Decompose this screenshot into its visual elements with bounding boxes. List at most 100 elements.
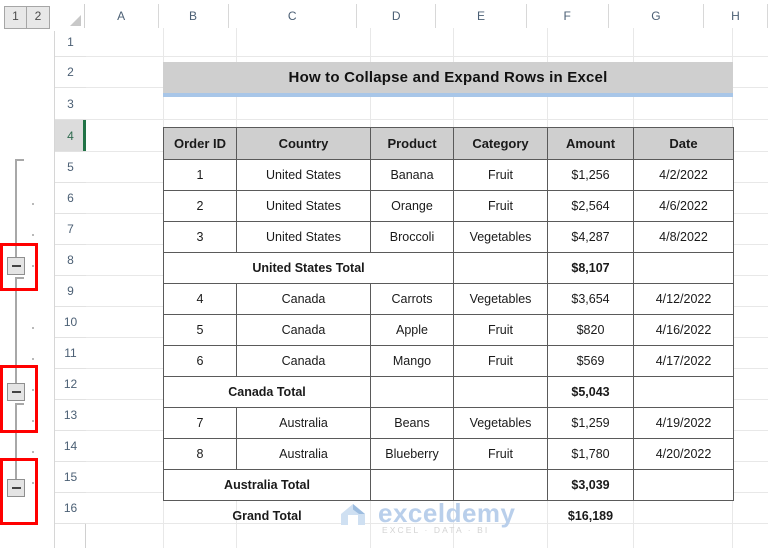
outline-level-1-button[interactable]: 1: [5, 7, 27, 28]
row-header-16[interactable]: 16: [55, 493, 86, 524]
cell-product[interactable]: Carrots: [370, 283, 454, 315]
cell-product[interactable]: Banana: [370, 159, 454, 191]
row-header-14[interactable]: 14: [55, 431, 86, 462]
row-header-8[interactable]: 8: [55, 245, 86, 276]
cell-country[interactable]: United States: [236, 221, 371, 253]
cell-product[interactable]: Apple: [370, 314, 454, 346]
cell-category[interactable]: Fruit: [453, 314, 548, 346]
cell-product[interactable]: Broccoli: [370, 221, 454, 253]
row-header-12[interactable]: 12: [55, 369, 86, 400]
grand-total-row[interactable]: Grand Total $16,189: [163, 500, 734, 532]
column-header-d[interactable]: D: [356, 4, 437, 28]
row-header-11[interactable]: 11: [55, 338, 86, 369]
row-header-10[interactable]: 10: [55, 307, 86, 338]
cell-category[interactable]: Fruit: [453, 438, 548, 470]
cell-order-id[interactable]: 3: [163, 221, 237, 253]
cell-amount[interactable]: $4,287: [547, 221, 634, 253]
cell-amount[interactable]: $1,780: [547, 438, 634, 470]
column-header-a[interactable]: A: [84, 4, 159, 28]
cell-order-id[interactable]: 2: [163, 190, 237, 222]
cell-country[interactable]: Canada: [236, 345, 371, 377]
row-header-2[interactable]: 2: [55, 57, 86, 88]
cell-category-blank[interactable]: [453, 252, 548, 284]
cell-category[interactable]: Vegetables: [453, 407, 548, 439]
subtotal-row-australia[interactable]: Australia Total $3,039: [163, 469, 734, 501]
select-all-button[interactable]: [55, 4, 85, 28]
cell-category-blank[interactable]: [453, 469, 548, 501]
table-row[interactable]: 5 Canada Apple Fruit $820 4/16/2022: [163, 314, 734, 346]
table-row[interactable]: 3 United States Broccoli Vegetables $4,2…: [163, 221, 734, 253]
column-header-c[interactable]: C: [228, 4, 357, 28]
outline-group-top-elbow-1: [15, 159, 24, 161]
column-header-e[interactable]: E: [436, 4, 527, 28]
cell-amount[interactable]: $1,259: [547, 407, 634, 439]
table-row[interactable]: 4 Canada Carrots Vegetables $3,654 4/12/…: [163, 283, 734, 315]
grand-total-amount: $16,189: [547, 500, 634, 532]
cell-date[interactable]: 4/12/2022: [633, 283, 734, 315]
cell-date[interactable]: 4/20/2022: [633, 438, 734, 470]
cell-order-id[interactable]: 6: [163, 345, 237, 377]
table-row[interactable]: 8 Australia Blueberry Fruit $1,780 4/20/…: [163, 438, 734, 470]
cell-date[interactable]: 4/6/2022: [633, 190, 734, 222]
row-header-1[interactable]: 1: [55, 28, 86, 57]
table-row[interactable]: 1 United States Banana Fruit $1,256 4/2/…: [163, 159, 734, 191]
row-header-9[interactable]: 9: [55, 276, 86, 307]
cell-amount[interactable]: $2,564: [547, 190, 634, 222]
row-header-4[interactable]: 4: [55, 120, 86, 152]
cell-date[interactable]: 4/19/2022: [633, 407, 734, 439]
row-header-3[interactable]: 3: [55, 88, 86, 120]
row-header-7[interactable]: 7: [55, 214, 86, 245]
cell-category[interactable]: Vegetables: [453, 221, 548, 253]
cell-amount[interactable]: $820: [547, 314, 634, 346]
grand-total-spacer: [370, 500, 454, 532]
cell-product-blank[interactable]: [370, 376, 454, 408]
cell-country[interactable]: Australia: [236, 407, 371, 439]
row-header-5[interactable]: 5: [55, 152, 86, 183]
cell-category[interactable]: Fruit: [453, 345, 548, 377]
row-header-13[interactable]: 13: [55, 400, 86, 431]
table-row[interactable]: 7 Australia Beans Vegetables $1,259 4/19…: [163, 407, 734, 439]
cell-category[interactable]: Vegetables: [453, 283, 548, 315]
cell-order-id[interactable]: 8: [163, 438, 237, 470]
cell-date[interactable]: 4/17/2022: [633, 345, 734, 377]
column-header-g[interactable]: G: [608, 4, 704, 28]
cell-order-id[interactable]: 1: [163, 159, 237, 191]
column-header-h[interactable]: H: [703, 4, 768, 28]
cell-date-blank[interactable]: [633, 469, 734, 501]
cell-category[interactable]: Fruit: [453, 190, 548, 222]
row-header-15[interactable]: 15: [55, 462, 86, 493]
cell-amount[interactable]: $569: [547, 345, 634, 377]
outline-level-2-button[interactable]: 2: [27, 7, 49, 28]
cell-date[interactable]: 4/2/2022: [633, 159, 734, 191]
cell-order-id[interactable]: 7: [163, 407, 237, 439]
cell-category-blank[interactable]: [453, 376, 548, 408]
cell-product-blank[interactable]: [370, 469, 454, 501]
cell-date[interactable]: 4/16/2022: [633, 314, 734, 346]
cell-product[interactable]: Orange: [370, 190, 454, 222]
table-row[interactable]: 6 Canada Mango Fruit $569 4/17/2022: [163, 345, 734, 377]
cell-country[interactable]: Australia: [236, 438, 371, 470]
cell-category[interactable]: Fruit: [453, 159, 548, 191]
cell-order-id[interactable]: 5: [163, 314, 237, 346]
subtotal-row-united-states[interactable]: United States Total $8,107: [163, 252, 734, 284]
column-header-f[interactable]: F: [526, 4, 609, 28]
cell-date-blank[interactable]: [633, 376, 734, 408]
subtotal-label: Australia Total: [163, 469, 371, 501]
cell-product[interactable]: Beans: [370, 407, 454, 439]
cell-date[interactable]: 4/8/2022: [633, 221, 734, 253]
cell-amount[interactable]: $3,654: [547, 283, 634, 315]
cell-country[interactable]: Canada: [236, 314, 371, 346]
cell-country[interactable]: United States: [236, 159, 371, 191]
cell-country[interactable]: United States: [236, 190, 371, 222]
column-header-amount: Amount: [547, 127, 634, 160]
column-header-b[interactable]: B: [158, 4, 229, 28]
cell-product[interactable]: Blueberry: [370, 438, 454, 470]
table-row[interactable]: 2 United States Orange Fruit $2,564 4/6/…: [163, 190, 734, 222]
cell-product[interactable]: Mango: [370, 345, 454, 377]
cell-country[interactable]: Canada: [236, 283, 371, 315]
cell-order-id[interactable]: 4: [163, 283, 237, 315]
row-header-6[interactable]: 6: [55, 183, 86, 214]
cell-amount[interactable]: $1,256: [547, 159, 634, 191]
subtotal-row-canada[interactable]: Canada Total $5,043: [163, 376, 734, 408]
cell-date-blank[interactable]: [633, 252, 734, 284]
